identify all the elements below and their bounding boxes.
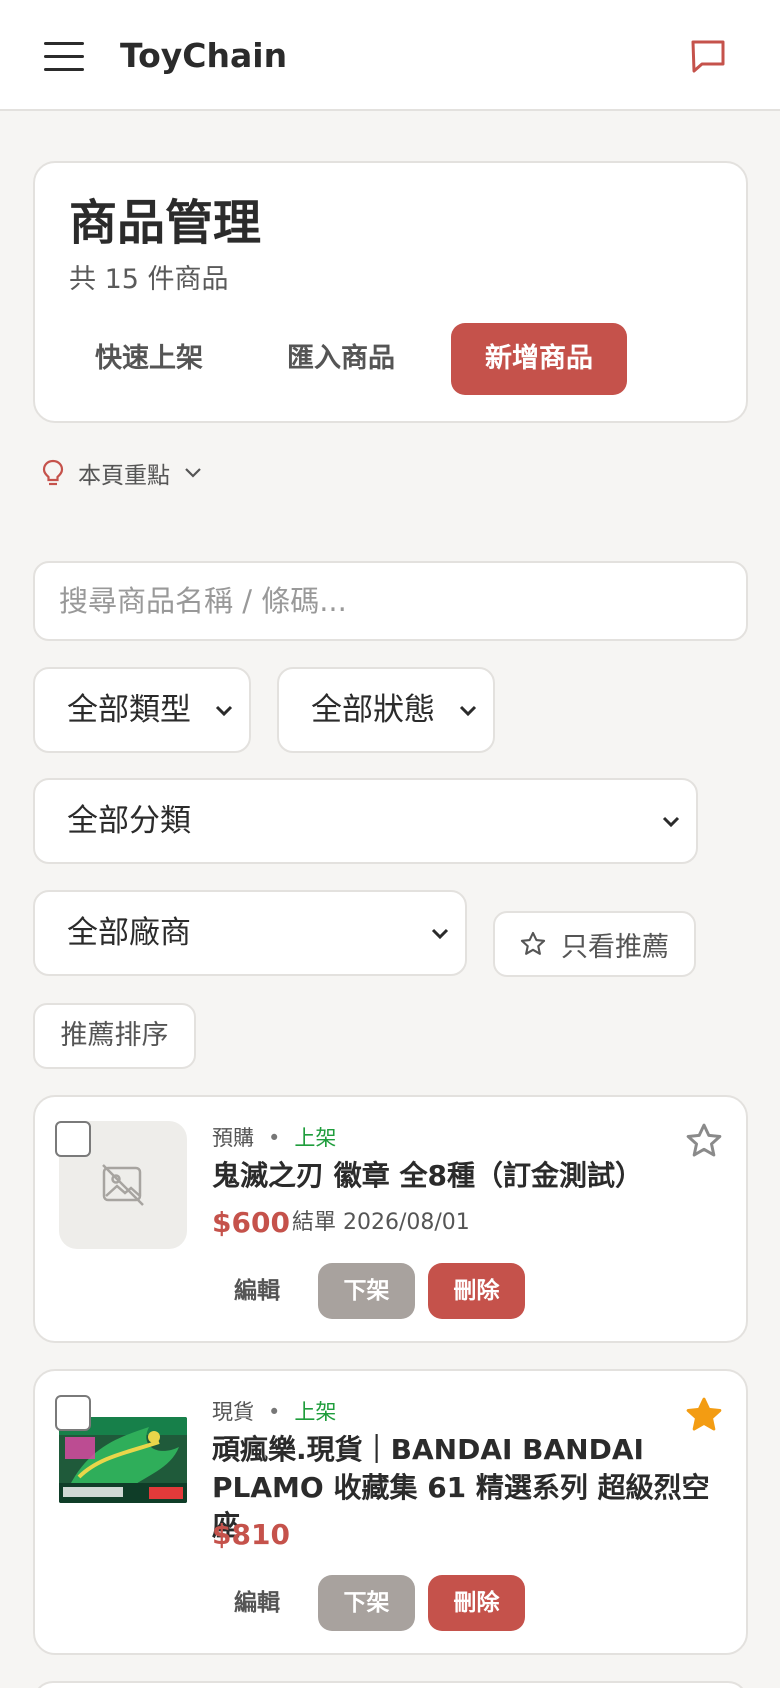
product-meta: 預購 • 上架 bbox=[212, 1125, 336, 1151]
add-product-button[interactable]: 新增商品 bbox=[451, 323, 627, 395]
product-price: $810 bbox=[212, 1518, 290, 1551]
meta-separator: • bbox=[268, 1400, 281, 1424]
product-status: 上架 bbox=[294, 1126, 337, 1150]
star-outline-icon[interactable] bbox=[684, 1121, 724, 1161]
status-filter-select[interactable]: 全部狀態 bbox=[277, 667, 495, 753]
chevron-down-icon bbox=[459, 705, 477, 717]
quick-list-button[interactable]: 快速上架 bbox=[69, 323, 229, 395]
product-select-checkbox[interactable] bbox=[55, 1121, 91, 1157]
type-filter-value: 全部類型 bbox=[67, 692, 191, 728]
recommended-only-label: 只看推薦 bbox=[561, 931, 669, 963]
type-filter-select[interactable]: 全部類型 bbox=[33, 667, 251, 753]
product-status: 上架 bbox=[294, 1400, 337, 1424]
category-filter-select[interactable]: 全部分類 bbox=[33, 778, 698, 864]
delete-button[interactable]: 刪除 bbox=[428, 1575, 525, 1631]
category-filter-value: 全部分類 bbox=[67, 803, 191, 839]
meta-separator: • bbox=[268, 1126, 281, 1150]
lightbulb-icon bbox=[42, 459, 64, 486]
import-products-button[interactable]: 匯入商品 bbox=[261, 323, 421, 395]
star-filled-icon[interactable] bbox=[684, 1395, 724, 1435]
page-title: 商品管理 bbox=[69, 195, 262, 251]
edit-button[interactable]: 編輯 bbox=[212, 1263, 302, 1319]
search-input[interactable]: 搜尋商品名稱 / 條碼... bbox=[33, 561, 748, 641]
delete-button[interactable]: 刪除 bbox=[428, 1263, 525, 1319]
unlist-button[interactable]: 下架 bbox=[318, 1263, 415, 1319]
no-image-icon bbox=[102, 1164, 144, 1206]
product-count: 共 15 件商品 bbox=[69, 264, 229, 295]
status-filter-value: 全部狀態 bbox=[311, 692, 435, 728]
product-title[interactable]: 鬼滅之刃 徽章 全8種（訂金測試） bbox=[212, 1157, 712, 1195]
star-outline-icon bbox=[520, 931, 546, 955]
product-card bbox=[33, 1681, 748, 1688]
vendor-filter-select[interactable]: 全部廠商 bbox=[33, 890, 467, 976]
product-type: 現貨 bbox=[212, 1400, 254, 1424]
product-select-checkbox[interactable] bbox=[55, 1395, 91, 1431]
chevron-down-icon bbox=[215, 705, 233, 717]
vendor-filter-value: 全部廠商 bbox=[67, 915, 191, 951]
preorder-close-date: 結單 2026/08/01 bbox=[292, 1210, 470, 1235]
header-card: 商品管理 共 15 件商品 快速上架 匯入商品 新增商品 bbox=[33, 161, 748, 423]
top-bar: ToyChain bbox=[0, 0, 780, 111]
edit-button[interactable]: 編輯 bbox=[212, 1575, 302, 1631]
product-type: 預購 bbox=[212, 1126, 254, 1150]
page-tips-toggle[interactable]: 本頁重點 bbox=[42, 455, 202, 491]
product-card: 預購 • 上架 鬼滅之刃 徽章 全8種（訂金測試） $600 結單 2026/0… bbox=[33, 1095, 748, 1343]
chevron-down-icon bbox=[185, 468, 201, 478]
product-card: 現貨 • 上架 頑瘋樂.現貨｜BANDAI BANDAI PLAMO 收藏集 6… bbox=[33, 1369, 748, 1655]
chat-icon[interactable] bbox=[688, 36, 728, 76]
chevron-down-icon bbox=[431, 928, 449, 940]
recommended-only-toggle[interactable]: 只看推薦 bbox=[493, 911, 696, 977]
brand-name[interactable]: ToyChain bbox=[120, 36, 287, 76]
unlist-button[interactable]: 下架 bbox=[318, 1575, 415, 1631]
product-price: $600 bbox=[212, 1206, 290, 1239]
page-tips-label: 本頁重點 bbox=[78, 463, 170, 489]
menu-icon[interactable] bbox=[44, 42, 84, 72]
product-meta: 現貨 • 上架 bbox=[212, 1399, 336, 1425]
sort-recommended-button[interactable]: 推薦排序 bbox=[33, 1003, 196, 1069]
chevron-down-icon bbox=[662, 816, 680, 828]
